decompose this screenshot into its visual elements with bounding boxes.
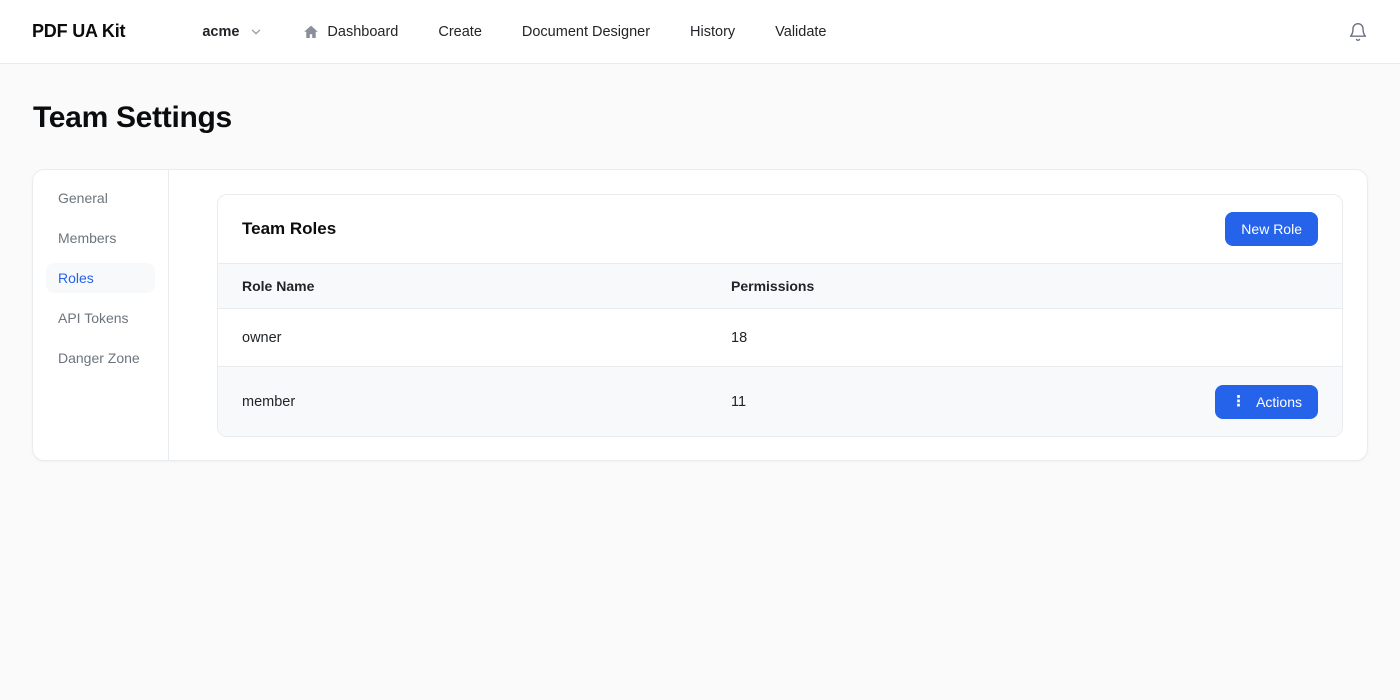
new-role-button-label: New Role — [1241, 221, 1302, 237]
sidebar-item-members[interactable]: Members — [46, 223, 155, 253]
nav-links: acme Dashboard Create Document Designer … — [202, 24, 826, 40]
nav-item-label: Document Designer — [522, 24, 650, 40]
table-header-row: Role Name Permissions — [218, 263, 1342, 309]
bell-icon — [1348, 22, 1368, 42]
permissions-cell: 18 — [731, 330, 1318, 346]
home-icon — [303, 24, 319, 40]
notifications-button[interactable] — [1348, 22, 1368, 42]
top-navbar: PDF UA Kit acme Dashboard Create Documen… — [0, 0, 1400, 64]
nav-item-label: Create — [438, 24, 482, 40]
team-name: acme — [202, 24, 239, 40]
chevron-down-icon — [249, 25, 263, 39]
column-header-role-name: Role Name — [242, 278, 731, 294]
kebab-vertical-icon: ⋮ — [1231, 394, 1246, 409]
settings-content: Team Roles New Role Role Name Permission… — [169, 170, 1367, 460]
nav-item-create[interactable]: Create — [438, 24, 482, 40]
nav-item-label: History — [690, 24, 735, 40]
settings-sidebar: General Members Roles API Tokens Danger … — [33, 170, 169, 460]
team-roles-panel: Team Roles New Role Role Name Permission… — [217, 194, 1343, 437]
sidebar-item-roles[interactable]: Roles — [46, 263, 155, 293]
team-switcher[interactable]: acme — [202, 24, 263, 40]
sidebar-item-general[interactable]: General — [46, 183, 155, 213]
nav-item-dashboard[interactable]: Dashboard — [303, 24, 398, 40]
nav-item-label: Validate — [775, 24, 826, 40]
table-row-owner[interactable]: owner 18 — [218, 309, 1342, 366]
sidebar-item-api-tokens[interactable]: API Tokens — [46, 303, 155, 333]
team-settings-card: General Members Roles API Tokens Danger … — [32, 169, 1368, 461]
table-row-member[interactable]: member 11 ⋮ Actions — [218, 366, 1342, 436]
column-header-permissions: Permissions — [731, 278, 1318, 294]
nav-item-label: Dashboard — [327, 24, 398, 40]
app-logo[interactable]: PDF UA Kit — [32, 21, 125, 42]
nav-item-history[interactable]: History — [690, 24, 735, 40]
row-actions-button-label: Actions — [1256, 394, 1302, 410]
role-name-cell: member — [242, 394, 731, 410]
permissions-cell: 11 — [731, 394, 1215, 410]
row-actions-button[interactable]: ⋮ Actions — [1215, 385, 1318, 419]
panel-title: Team Roles — [242, 219, 336, 239]
role-name-cell: owner — [242, 330, 731, 346]
roles-table: Role Name Permissions owner 18 member 11… — [218, 263, 1342, 436]
nav-item-document-designer[interactable]: Document Designer — [522, 24, 650, 40]
new-role-button[interactable]: New Role — [1225, 212, 1318, 246]
panel-header: Team Roles New Role — [218, 195, 1342, 263]
actions-cell: ⋮ Actions — [1215, 385, 1318, 419]
nav-item-validate[interactable]: Validate — [775, 24, 826, 40]
sidebar-item-danger-zone[interactable]: Danger Zone — [46, 343, 155, 373]
page-title: Team Settings — [33, 101, 1400, 135]
